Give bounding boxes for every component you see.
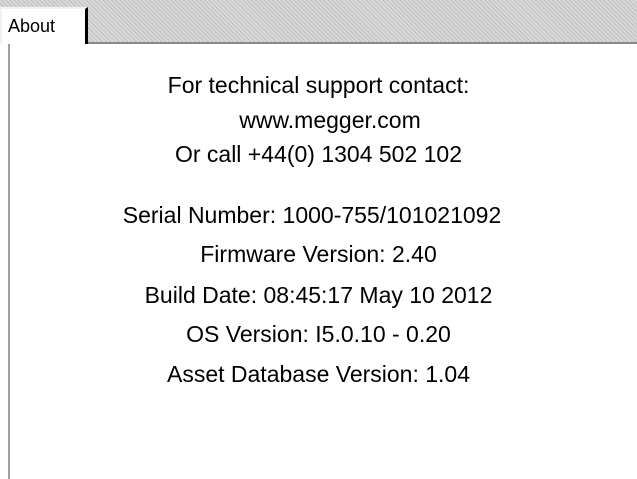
support-phone: Or call +44(0) 1304 502 102 bbox=[174, 141, 463, 167]
asset-database-version: Asset Database Version: 1.04 bbox=[166, 361, 471, 387]
firmware-version: Firmware Version: 2.40 bbox=[200, 241, 437, 267]
tab-about-label: About bbox=[8, 16, 56, 36]
tab-strip bbox=[0, 0, 637, 44]
support-heading: For technical support contact: bbox=[167, 72, 470, 98]
serial-number: Serial Number: 1000-755/101021092 bbox=[122, 202, 502, 228]
os-version: OS Version: I5.0.10 - 0.20 bbox=[186, 321, 451, 347]
support-website: www.megger.com bbox=[239, 107, 421, 133]
build-date: Build Date: 08:45:17 May 10 2012 bbox=[144, 282, 493, 308]
tab-about[interactable]: About bbox=[0, 7, 88, 46]
